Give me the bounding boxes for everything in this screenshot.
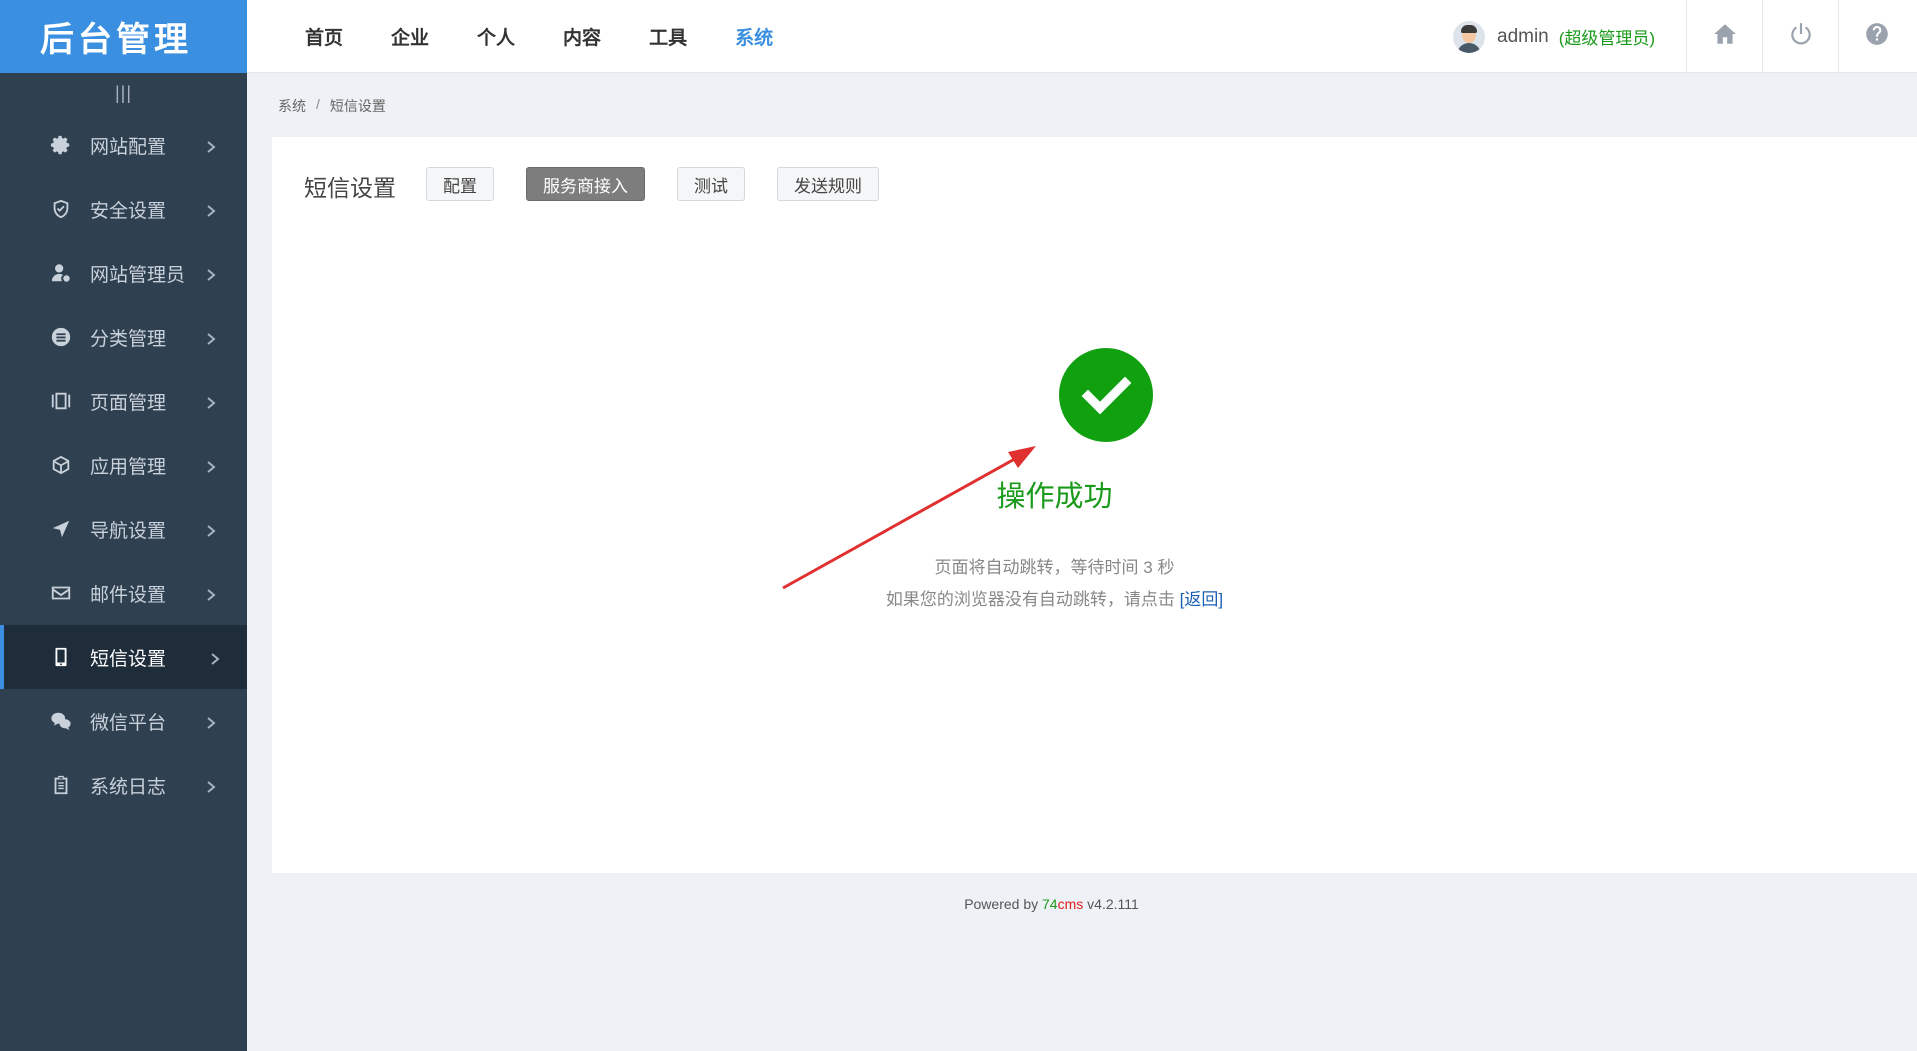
user-role: (超级管理员) bbox=[1558, 29, 1656, 48]
chevron-right-icon bbox=[204, 202, 218, 217]
pages-icon bbox=[48, 388, 74, 414]
sidebar-item-label: 分类管理 bbox=[90, 328, 167, 350]
mail-icon bbox=[48, 580, 74, 606]
sidebar-item-label: 应用管理 bbox=[90, 456, 167, 478]
admin-user-icon bbox=[48, 260, 74, 286]
sidebar: 后台管理 ||| 网站配置 安全设置 网站管理员 分类管理 页面管理 应用管理 … bbox=[0, 0, 247, 1051]
top-bar: 首页 企业 个人 内容 工具 系统 admin (超级管理员) bbox=[247, 0, 1917, 73]
sidebar-collapse-toggle[interactable]: ||| bbox=[0, 73, 247, 113]
breadcrumb-separator: / bbox=[316, 96, 320, 112]
help-icon bbox=[1864, 21, 1890, 52]
sidebar-item-pages[interactable]: 页面管理 bbox=[0, 369, 247, 433]
success-title: 操作成功 bbox=[996, 481, 1113, 513]
sidebar-item-label: 导航设置 bbox=[90, 520, 167, 542]
sidebar-item-label: 系统日志 bbox=[90, 776, 167, 798]
breadcrumb: 系统 / 短信设置 bbox=[278, 96, 386, 116]
tab-send-rules[interactable]: 发送规则 bbox=[777, 167, 879, 201]
chevron-right-icon bbox=[208, 650, 222, 665]
home-icon bbox=[1712, 21, 1738, 52]
sidebar-item-site-config[interactable]: 网站配置 bbox=[0, 113, 247, 177]
sidebar-item-label: 网站配置 bbox=[90, 136, 167, 158]
redirect-message: 页面将自动跳转，等待时间 3 秒 bbox=[934, 558, 1175, 577]
app-logo[interactable]: 后台管理 bbox=[0, 0, 247, 73]
top-nav-content[interactable]: 内容 bbox=[563, 23, 601, 50]
avatar bbox=[1453, 20, 1485, 53]
wechat-icon bbox=[48, 708, 74, 734]
sidebar-item-label: 安全设置 bbox=[90, 200, 167, 222]
page-title: 短信设置 bbox=[304, 175, 396, 201]
chevron-right-icon bbox=[204, 586, 218, 601]
sidebar-item-apps[interactable]: 应用管理 bbox=[0, 433, 247, 497]
chevron-right-icon bbox=[204, 330, 218, 345]
sidebar-item-label: 网站管理员 bbox=[90, 264, 186, 286]
user-menu[interactable]: admin (超级管理员) bbox=[1453, 0, 1655, 73]
sidebar-item-site-admins[interactable]: 网站管理员 bbox=[0, 241, 247, 305]
logout-button[interactable] bbox=[1762, 0, 1838, 73]
chevron-right-icon bbox=[204, 266, 218, 281]
footer-version: v4.2.111 bbox=[1083, 896, 1139, 912]
tab-config[interactable]: 配置 bbox=[426, 167, 494, 201]
sidebar-item-label: 页面管理 bbox=[90, 392, 167, 414]
manual-redirect-message: 如果您的浏览器没有自动跳转，请点击 [返回] bbox=[272, 585, 1837, 610]
shield-icon bbox=[48, 196, 74, 222]
top-nav-home[interactable]: 首页 bbox=[305, 23, 343, 50]
breadcrumb-current: 短信设置 bbox=[329, 98, 386, 114]
manual-redirect-text: 如果您的浏览器没有自动跳转，请点击 bbox=[885, 590, 1180, 609]
top-nav-enterprise[interactable]: 企业 bbox=[391, 23, 429, 50]
check-circle-icon bbox=[1059, 348, 1153, 442]
sidebar-item-system-log[interactable]: 系统日志 bbox=[0, 753, 247, 817]
top-nav-tools[interactable]: 工具 bbox=[649, 23, 687, 50]
home-button[interactable] bbox=[1686, 0, 1762, 73]
footer-brand-74[interactable]: 74 bbox=[1042, 896, 1058, 912]
sidebar-item-sms[interactable]: 短信设置 bbox=[0, 625, 247, 689]
top-nav-personal[interactable]: 个人 bbox=[477, 23, 515, 50]
list-circle-icon bbox=[48, 324, 74, 350]
tab-bar: 配置 服务商接入 测试 发送规则 bbox=[426, 167, 911, 201]
chevron-right-icon bbox=[204, 778, 218, 793]
footer-brand-cms[interactable]: cms bbox=[1058, 896, 1084, 912]
sidebar-item-label: 短信设置 bbox=[90, 648, 167, 670]
gear-icon bbox=[48, 132, 74, 158]
clipboard-icon bbox=[48, 772, 74, 798]
cube-icon bbox=[48, 452, 74, 478]
main-content: 短信设置 配置 服务商接入 测试 发送规则 操作成功 页面将自动跳转，等待时间 … bbox=[272, 137, 1917, 873]
back-link[interactable]: [返回] bbox=[1180, 590, 1223, 609]
sidebar-item-label: 邮件设置 bbox=[90, 584, 167, 606]
chevron-right-icon bbox=[204, 714, 218, 729]
sidebar-item-navigation[interactable]: 导航设置 bbox=[0, 497, 247, 561]
navigation-arrow-icon bbox=[48, 516, 74, 542]
tab-test[interactable]: 测试 bbox=[677, 167, 745, 201]
footer: Powered by 74cms v4.2.111 bbox=[247, 896, 1856, 912]
top-nav: 首页 企业 个人 内容 工具 系统 bbox=[305, 0, 821, 73]
sidebar-item-categories[interactable]: 分类管理 bbox=[0, 305, 247, 369]
chevron-right-icon bbox=[204, 138, 218, 153]
sidebar-item-security[interactable]: 安全设置 bbox=[0, 177, 247, 241]
mobile-phone-icon bbox=[48, 644, 74, 670]
sidebar-item-label: 微信平台 bbox=[90, 712, 167, 734]
tab-provider[interactable]: 服务商接入 bbox=[526, 167, 645, 201]
help-button[interactable] bbox=[1838, 0, 1914, 73]
footer-prefix: Powered by bbox=[964, 896, 1043, 912]
chevron-right-icon bbox=[204, 394, 218, 409]
power-icon bbox=[1788, 21, 1814, 52]
chevron-right-icon bbox=[204, 522, 218, 537]
breadcrumb-parent[interactable]: 系统 bbox=[278, 96, 306, 116]
sidebar-item-mail[interactable]: 邮件设置 bbox=[0, 561, 247, 625]
sidebar-item-wechat[interactable]: 微信平台 bbox=[0, 689, 247, 753]
username: admin bbox=[1497, 25, 1549, 47]
top-nav-system[interactable]: 系统 bbox=[735, 23, 773, 50]
chevron-right-icon bbox=[204, 458, 218, 473]
